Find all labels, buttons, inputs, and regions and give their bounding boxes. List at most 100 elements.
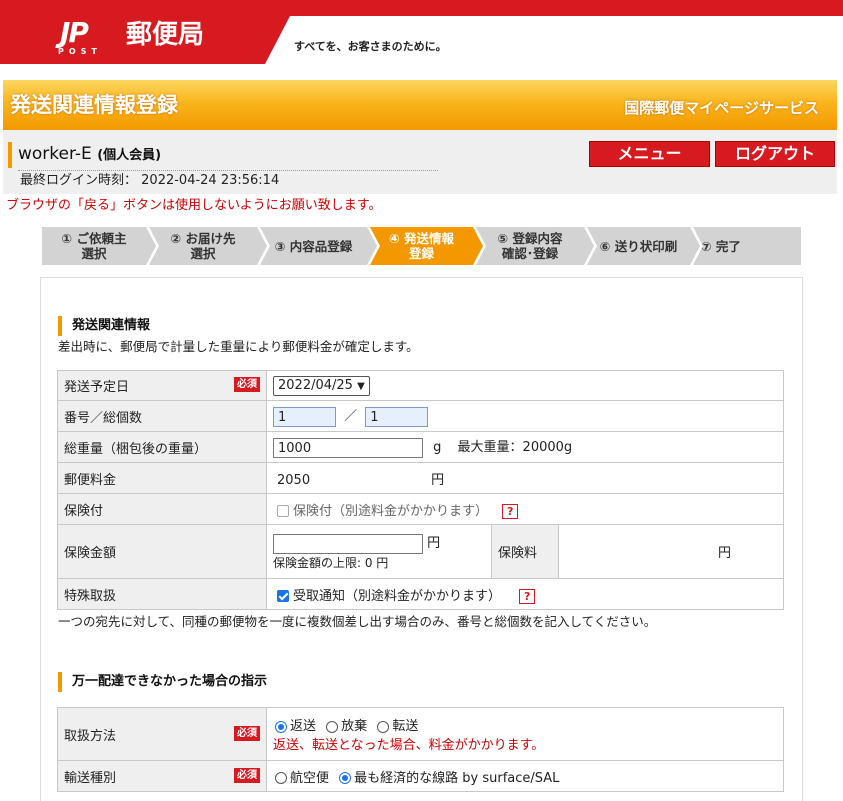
transport-surface-radio[interactable]: [339, 772, 352, 784]
insurance-checkbox[interactable]: [277, 505, 289, 517]
service-name: 国際郵便マイページサービス: [624, 99, 819, 117]
post-office-name[interactable]: 郵便局: [126, 18, 204, 52]
required-badge: 必須: [234, 377, 260, 392]
ship-date-selected: 2022/04/25: [278, 377, 353, 393]
step-4-line2: 登録: [408, 246, 434, 261]
step-2: ② お届け先 選択: [149, 227, 270, 265]
insured-amount-cell: 円 保険金額の上限: 0 円: [267, 525, 492, 578]
handling-note: 返送、転送となった場合、料金がかかります。: [273, 738, 545, 753]
row-postage: 郵便料金 2050 円: [57, 462, 784, 494]
required-badge: 必須: [234, 767, 260, 783]
package-number-input[interactable]: 1: [273, 406, 336, 427]
row-weight: 総重量（梱包後の重量） 1000 g 最大重量：20000g: [57, 431, 784, 463]
step-7: ⑦ 完了: [693, 227, 801, 265]
row-count: 番号／総個数 1 ／ 1: [57, 400, 784, 432]
step-5-line2: 確認･登録: [501, 246, 559, 261]
weight-label: 総重量（梱包後の重量）: [57, 431, 267, 463]
row-transport: 輸送種別 必須 航空便 最も経済的な線路 by surface/SAL: [57, 760, 784, 792]
user-name: worker-E (個人会員): [18, 143, 161, 167]
insurance-fee-label: 保険料: [491, 525, 559, 578]
step-4: ④ 発送情報 登録: [370, 227, 486, 265]
return-receipt-label: 受取通知（別途料金がかかります）: [293, 588, 502, 604]
user-divider: [18, 170, 438, 171]
user-type: (個人会員): [97, 148, 162, 163]
ship-date-select[interactable]: 2022/04/25 ▼: [273, 375, 370, 396]
weight-unit: g: [433, 440, 442, 456]
row-insurance: 保険付 保険付（別途料金がかかります） ?: [57, 493, 784, 525]
user-id: worker-E: [18, 144, 92, 164]
row-handling: 取扱方法 必須 返送 放棄 転送 返送、転送となった場合、料金がかかります。: [57, 707, 784, 761]
required-badge: 必須: [234, 725, 260, 741]
help-icon[interactable]: ?: [519, 588, 536, 604]
user-accent-bar: [8, 142, 12, 168]
handling-return-label: 返送: [290, 719, 317, 734]
handling-abandon-label: 放棄: [341, 719, 368, 734]
chevron-down-icon: ▼: [357, 380, 365, 392]
count-value-cell: 1 ／ 1: [266, 400, 784, 432]
row-special: 特殊取扱 受取通知（別途料金がかかります） ?: [57, 578, 784, 610]
step-3: ③ 内容品登録: [260, 227, 380, 265]
transport-surface-label: 最も経済的な線路 by surface/SAL: [354, 770, 560, 786]
insured-amount-subtable: 円 保険金額の上限: 0 円 保険料 円: [267, 525, 783, 578]
ship-date-value-cell: 2022/04/25 ▼: [266, 370, 784, 401]
step-1-line2: 選択: [81, 246, 107, 261]
section1-title: 発送関連情報: [72, 318, 151, 333]
handling-abandon-radio[interactable]: [326, 720, 339, 733]
postage-value-cell: 2050 円: [266, 462, 784, 494]
step-1-line1: ① ご依頼主: [61, 231, 127, 246]
transport-label: 輸送種別: [64, 770, 117, 786]
insurance-fee-unit: 円: [717, 546, 731, 561]
transport-air-radio[interactable]: [275, 772, 287, 784]
handling-forward-radio[interactable]: [377, 720, 390, 733]
package-total-input[interactable]: 1: [365, 406, 429, 427]
postage-label: 郵便料金: [57, 462, 267, 494]
weight-value-cell: 1000 g 最大重量：20000g: [266, 431, 784, 463]
insurance-option-label: 保険付（別途料金がかかります）: [293, 503, 489, 519]
shipping-info-table: 発送予定日 必須 2022/04/25 ▼ 番号／総個数 1 ／ 1 総重量（梱…: [57, 370, 784, 610]
jp-post-label: POST: [58, 47, 102, 56]
transport-cell: 輸送種別 必須: [57, 760, 267, 792]
handling-return-radio[interactable]: [275, 720, 287, 733]
ship-date-label: 発送予定日: [64, 380, 130, 395]
last-login-label: 最終ログイン時刻：: [20, 173, 138, 188]
insured-amount-label: 保険金額: [57, 524, 267, 579]
back-button-warning: ブラウザの「戻る」ボタンは使用しないようにお願い致します。: [6, 198, 382, 213]
section1-note: 差出時に、郵便局で計量した重量により郵便料金が確定します。: [58, 339, 419, 354]
jp-logo-mark[interactable]: JP: [60, 18, 89, 48]
row-ship-date: 発送予定日 必須 2022/04/25 ▼: [57, 370, 784, 401]
insured-amount-limit: 保険金額の上限: 0 円: [273, 555, 389, 570]
step-6-line1: ⑥ 送り状印刷: [599, 238, 678, 254]
insured-amount-unit: 円: [427, 536, 441, 552]
special-value-cell: 受取通知（別途料金がかかります） ?: [266, 578, 784, 610]
step-2-line2: 選択: [190, 246, 216, 261]
menu-button[interactable]: メニュー: [589, 141, 710, 167]
weight-max: 最大重量：20000g: [457, 440, 573, 456]
step-indicator: ① ご依頼主 選択 ② お届け先 選択 ③ 内容品登録 ④ 発送情報 登録 ⑤ 登録内…: [42, 227, 801, 265]
transport-air-label: 航空便: [290, 770, 330, 786]
return-receipt-checkbox[interactable]: [277, 590, 289, 602]
help-icon[interactable]: ?: [502, 503, 519, 519]
postage-unit: 円: [431, 472, 445, 488]
handling-forward-label: 転送: [392, 719, 419, 734]
insurance-label: 保険付: [57, 493, 267, 525]
insured-amount-input[interactable]: [273, 533, 423, 554]
section2-title: 万一配達できなかった場合の指示: [72, 674, 268, 689]
handling-cell: 取扱方法 必須: [57, 707, 267, 761]
step-4-line1: ④ 発送情報: [389, 231, 454, 246]
handling-label: 取扱方法: [64, 728, 117, 744]
step-3-line1: ③ 内容品登録: [274, 238, 353, 254]
special-label: 特殊取扱: [57, 578, 267, 610]
transport-value-cell: 航空便 最も経済的な線路 by surface/SAL: [266, 760, 784, 792]
row-insured-amount: 保険金額 円 保険金額の上限: 0 円 保険料 円: [57, 524, 784, 579]
step-5-line1: ⑤ 登録内容: [497, 231, 563, 246]
top-red-bar: [0, 0, 843, 16]
step-2-line1: ② お届け先: [170, 231, 236, 246]
undeliverable-table: 取扱方法 必須 返送 放棄 転送 返送、転送となった場合、料金がかかります。 輸…: [57, 707, 784, 792]
count-label: 番号／総個数: [57, 400, 267, 432]
weight-input[interactable]: 1000: [273, 437, 423, 458]
ship-date-cell: 発送予定日 必須: [57, 370, 267, 401]
insured-amount-value-cell: 円 保険金額の上限: 0 円 保険料 円: [266, 524, 784, 579]
postage-value: 2050: [277, 472, 311, 488]
step-5: ⑤ 登録内容 確認･登録: [476, 227, 597, 265]
logout-button[interactable]: ログアウト: [715, 141, 835, 167]
